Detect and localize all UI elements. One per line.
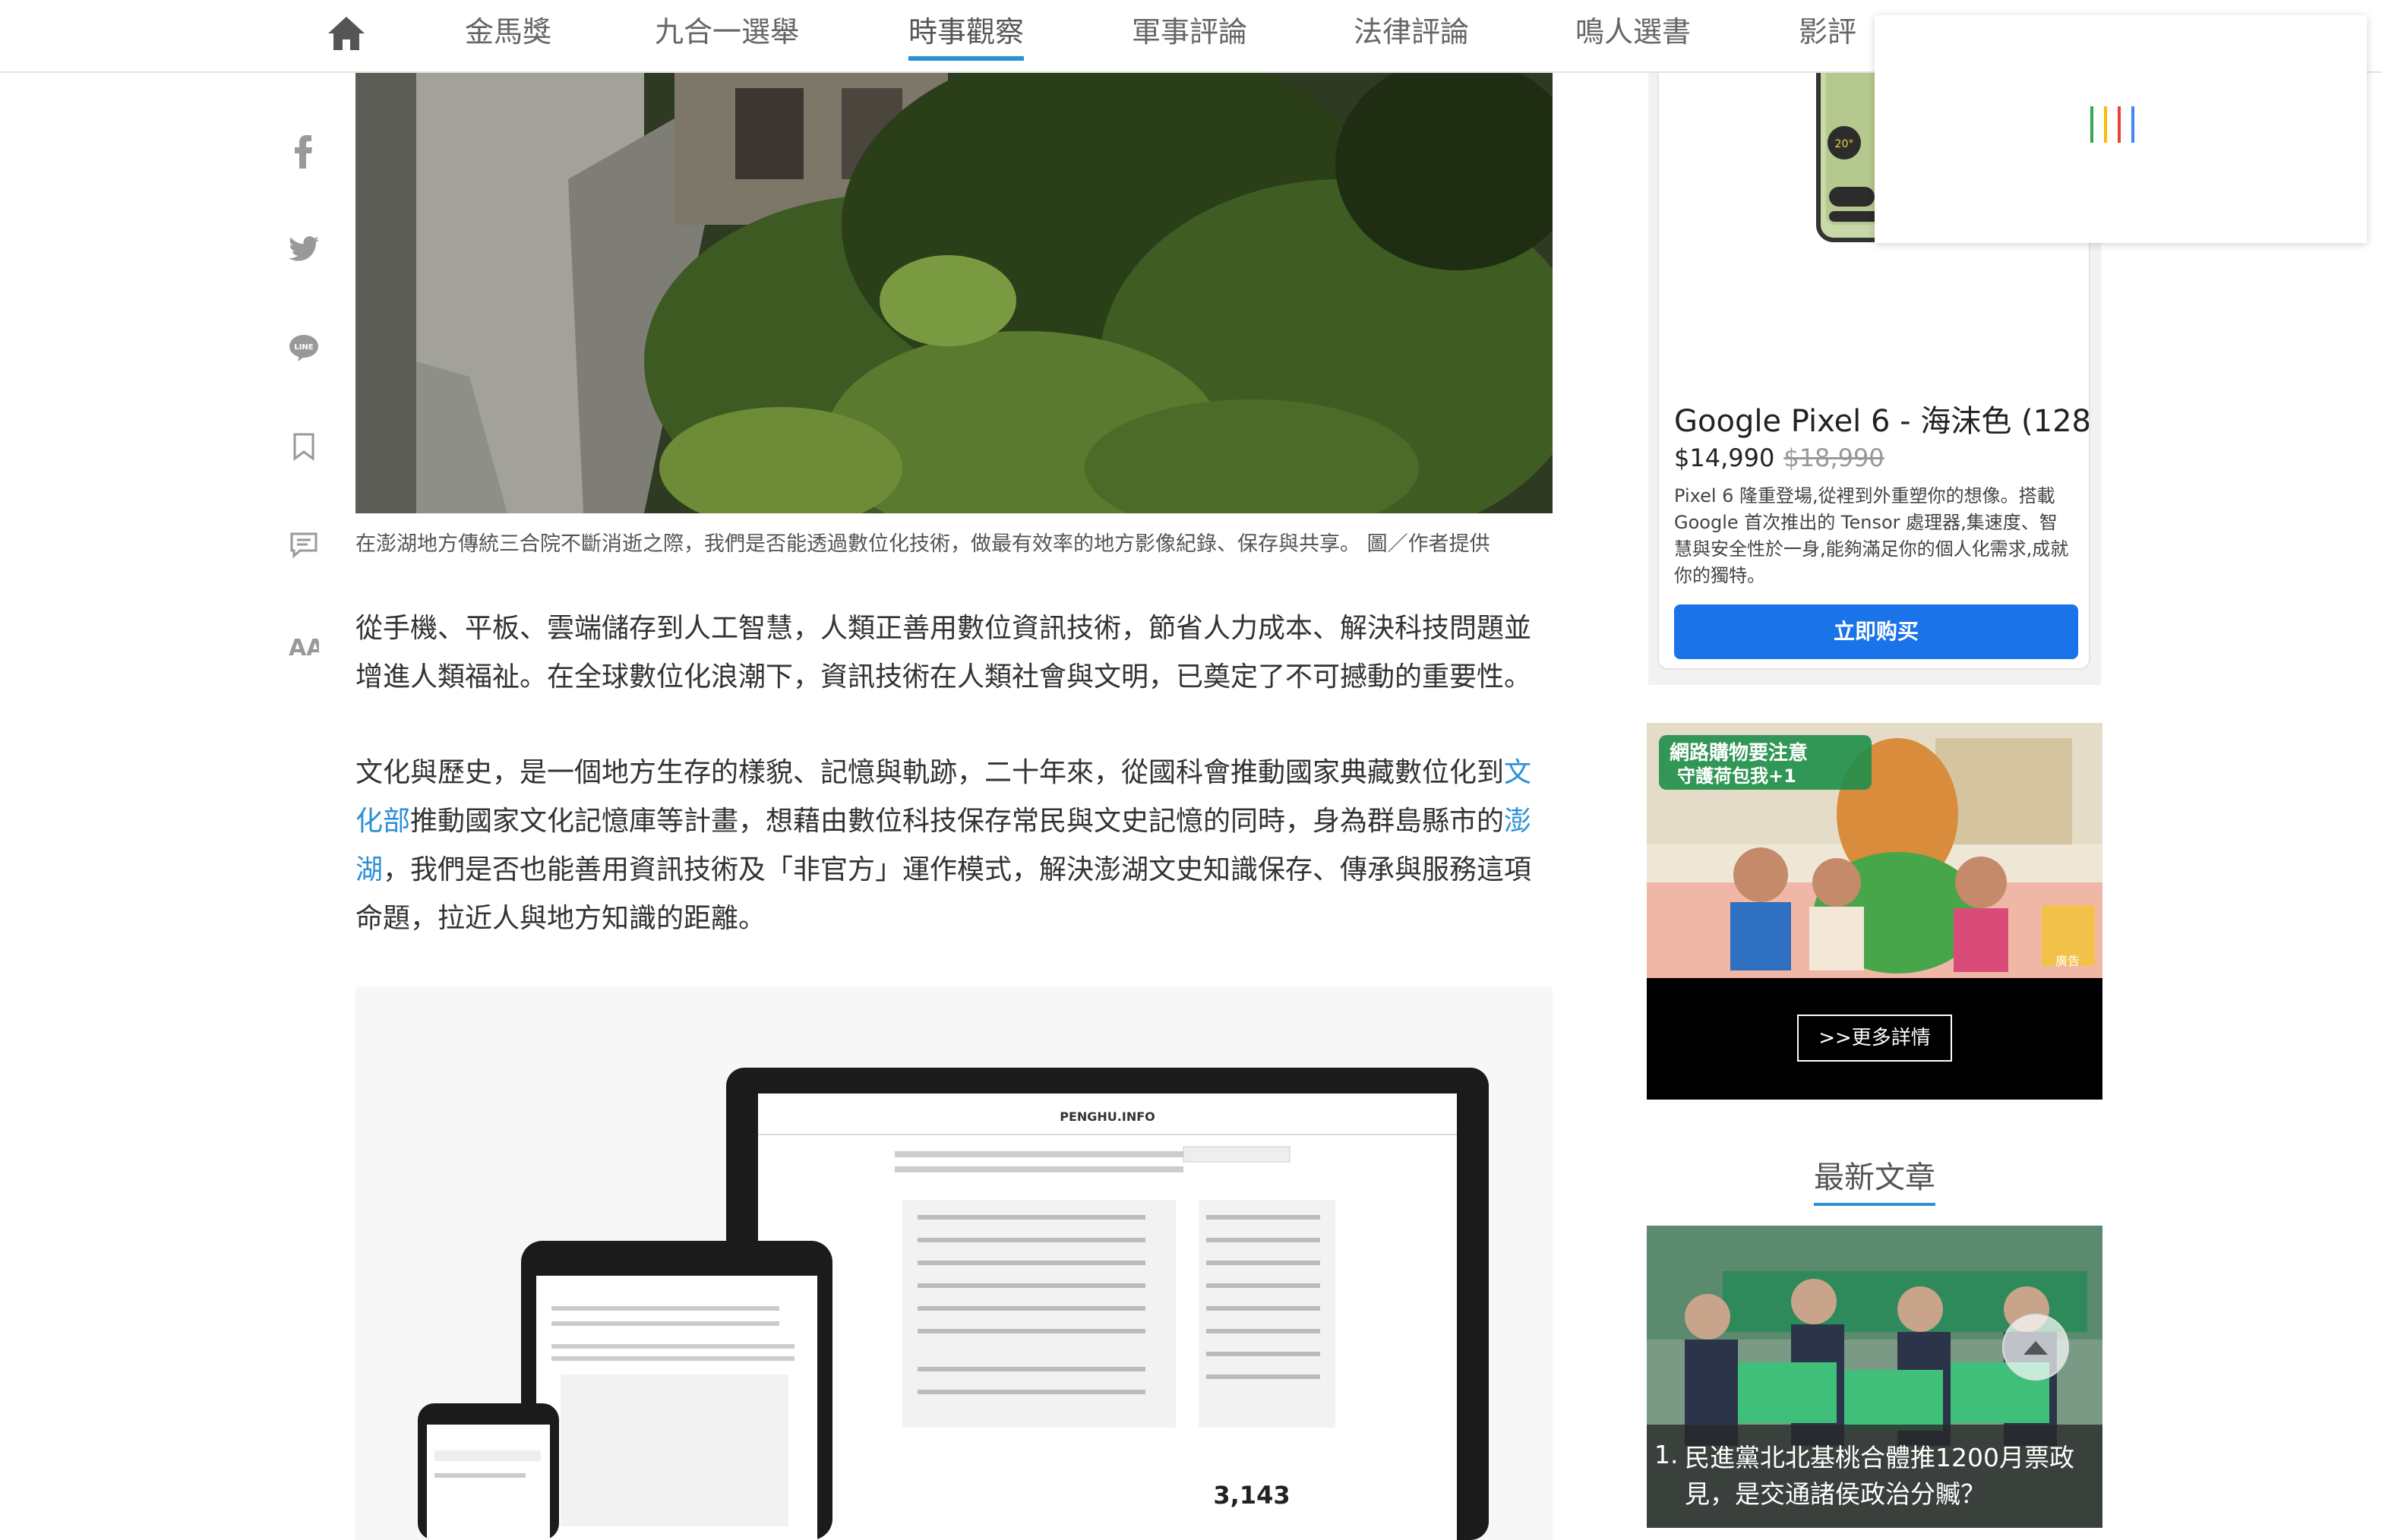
svg-text:網路購物要注意: 網路購物要注意 — [1670, 741, 1808, 765]
device-mockup-image: PENGHU.INFO 3,143 — [355, 987, 1553, 1540]
svg-text:AA: AA — [289, 635, 319, 657]
ad-price: $14,990 $18,990 — [1674, 443, 1884, 472]
banner-ad-image: 網路購物要注意 守護荷包我+1 — [1647, 723, 2102, 978]
svg-text:20°: 20° — [1835, 138, 1854, 150]
bookmark-icon[interactable] — [283, 425, 325, 468]
active-tab-indicator — [908, 56, 1025, 61]
article-paragraph-2: 文化與歷史，是一個地方生存的樣貌、記憶與軌跡，二十年來，從國科會推動國家典藏數位… — [355, 749, 1556, 943]
buy-now-button[interactable]: 立即购买 — [1674, 604, 2078, 659]
ad-current-price: $14,990 — [1674, 443, 1775, 472]
ad-label: 廣告 — [2055, 954, 2080, 968]
twitter-icon[interactable] — [283, 228, 325, 270]
loading-overlay — [1875, 15, 2367, 243]
home-icon[interactable] — [325, 14, 368, 53]
article-hero-image — [355, 73, 1553, 513]
comment-icon[interactable] — [283, 524, 325, 566]
ad-old-price: $18,990 — [1783, 443, 1884, 472]
svg-text:3,143: 3,143 — [1213, 1481, 1290, 1510]
banner-ad[interactable]: 網路購物要注意 守護荷包我+1 廣告 >>更多詳情 — [1647, 723, 2102, 1100]
font-size-icon[interactable]: AA — [283, 624, 325, 667]
facebook-icon[interactable] — [283, 131, 325, 173]
nav-item-film-review[interactable]: 影評 — [1799, 11, 1856, 59]
news-caption: 1. 民進黨北北基桃合體推1200月票政見，是交通諸侯政治分贓？ — [1647, 1425, 2102, 1528]
paragraph-text: ，我們是否也能善用資訊技術及「非官方」運作模式，解決澎湖文史知識保存、傳承與服務… — [355, 854, 1532, 934]
news-title[interactable]: 民進黨北北基桃合體推1200月票政見，是交通諸侯政治分贓？ — [1654, 1440, 2080, 1513]
nav-item-books[interactable]: 鳴人選書 — [1575, 11, 1691, 59]
paragraph-text: 推動國家文化記憶庫等計畫，想藉由數位科技保存常民與文史記憶的同時，身為群島縣市的 — [410, 806, 1505, 837]
arrow-up-icon — [2023, 1341, 2048, 1355]
scroll-to-top-button[interactable] — [2002, 1314, 2069, 1381]
line-icon[interactable]: LINE — [283, 327, 325, 369]
latest-articles-heading: 最新文章 — [1647, 1153, 2102, 1206]
svg-text:守護荷包我+1: 守護荷包我+1 — [1677, 765, 1796, 787]
nav-item-election[interactable]: 九合一選舉 — [655, 11, 799, 59]
more-details-button[interactable]: >>更多詳情 — [1797, 1015, 1952, 1062]
nav-item-current-affairs[interactable]: 時事觀察 — [908, 11, 1025, 61]
svg-text:PENGHU.INFO: PENGHU.INFO — [1060, 1109, 1155, 1124]
nav-item-golden-horse[interactable]: 金馬獎 — [465, 11, 551, 59]
svg-text:LINE: LINE — [294, 343, 313, 352]
article-paragraph-1: 從手機、平板、雲端儲存到人工智慧，人類正善用數位資訊技術，節省人力成本、解決科技… — [355, 613, 1532, 693]
paragraph-text: 文化與歷史，是一個地方生存的樣貌、記憶與軌跡，二十年來，從國科會推動國家典藏數位… — [355, 757, 1505, 788]
hero-caption: 在澎湖地方傳統三合院不斷消逝之際，我們是否能透過數位化技術，做最有效率的地方影像… — [355, 532, 1490, 556]
ad-description: Pixel 6 隆重登場,從裡到外重塑你的想像。搭載 Google 首次推出的 … — [1674, 485, 2069, 586]
ad-product-title[interactable]: Google Pixel 6 - 海沫色 (128GB) — [1674, 396, 2089, 440]
nav-item-military[interactable]: 軍事評論 — [1132, 11, 1247, 59]
nav-item-law[interactable]: 法律評論 — [1354, 11, 1469, 59]
loading-icon — [2090, 106, 2134, 143]
